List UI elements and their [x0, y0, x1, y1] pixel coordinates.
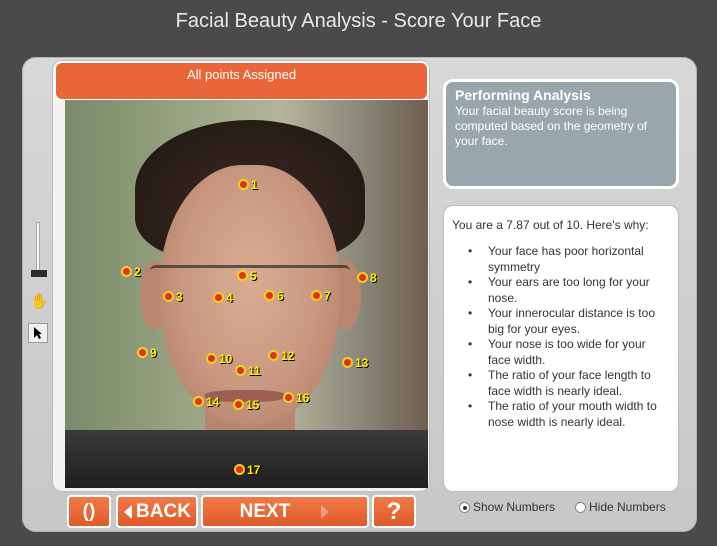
- back-label: BACK: [136, 500, 191, 522]
- landmark-point[interactable]: [235, 365, 246, 376]
- help-button[interactable]: ?: [372, 495, 416, 528]
- results-box: You are a 7.87 out of 10. Here's why: Yo…: [443, 205, 679, 492]
- landmark-label: 9: [150, 346, 157, 360]
- landmark-point[interactable]: [234, 464, 245, 475]
- analysis-title: Performing Analysis: [455, 87, 591, 103]
- hide-numbers-label: Hide Numbers: [589, 500, 666, 514]
- hand-icon[interactable]: ✋: [30, 292, 49, 310]
- landmark-label: 5: [250, 269, 257, 283]
- reset-button[interactable]: (): [67, 495, 111, 528]
- landmark-point[interactable]: [213, 292, 224, 303]
- landmark-label: 16: [296, 391, 310, 405]
- landmark-point[interactable]: [137, 347, 148, 358]
- status-text: All points Assigned: [186, 67, 297, 82]
- landmark-label: 13: [355, 356, 369, 370]
- list-item: Your ears are too long for your nose.: [452, 275, 670, 306]
- list-item: Your innerocular distance is too big for…: [452, 306, 670, 337]
- landmark-label: 15: [246, 398, 260, 412]
- back-button[interactable]: BACK: [116, 495, 198, 528]
- landmark-label: 7: [324, 289, 331, 303]
- status-bar: All points Assigned: [54, 61, 429, 101]
- analysis-text: Your facial beauty score is being comput…: [455, 104, 648, 148]
- landmark-label: 1: [251, 178, 258, 192]
- landmark-point[interactable]: [268, 350, 279, 361]
- list-item: The ratio of your mouth width to nose wi…: [452, 399, 670, 430]
- results-summary: You are a 7.87 out of 10. Here's why:: [452, 218, 649, 232]
- show-numbers-option[interactable]: Show Numbers: [459, 500, 555, 514]
- next-label: NEXT: [239, 500, 291, 522]
- next-button[interactable]: NEXT: [201, 495, 369, 528]
- help-label: ?: [386, 497, 402, 525]
- landmark-point[interactable]: [206, 353, 217, 364]
- zoom-slider-track[interactable]: [36, 222, 40, 272]
- landmark-label: 14: [206, 395, 220, 409]
- list-item: Your face has poor horizontal symmetry: [452, 244, 670, 275]
- landmark-label: 4: [226, 291, 233, 305]
- photo-jacket: [65, 430, 428, 488]
- landmark-label: 10: [219, 352, 233, 366]
- show-numbers-label: Show Numbers: [473, 500, 556, 514]
- landmark-point[interactable]: [237, 270, 248, 281]
- landmark-label: 8: [370, 271, 377, 285]
- arrow-cursor-icon: [34, 327, 42, 339]
- landmark-label: 11: [248, 364, 261, 378]
- landmark-label: 17: [247, 463, 261, 477]
- landmark-point[interactable]: [163, 291, 174, 302]
- landmark-label: 2: [134, 265, 141, 279]
- landmark-label: 12: [281, 349, 295, 363]
- cursor-tool-button[interactable]: [28, 323, 48, 343]
- landmark-point[interactable]: [238, 179, 249, 190]
- face-photo: [65, 100, 428, 488]
- landmark-point[interactable]: [357, 272, 368, 283]
- app-title: Facial Beauty Analysis - Score Your Face: [175, 10, 542, 32]
- landmark-point[interactable]: [121, 266, 132, 277]
- reset-label: (): [82, 500, 96, 522]
- landmark-point[interactable]: [193, 396, 204, 407]
- analysis-box: Performing Analysis Your facial beauty s…: [443, 79, 679, 189]
- hide-numbers-option[interactable]: Hide Numbers: [575, 500, 666, 514]
- next-arrow-icon: [321, 504, 330, 519]
- zoom-slider-knob[interactable]: [31, 270, 47, 277]
- landmark-point[interactable]: [311, 290, 322, 301]
- landmark-point[interactable]: [233, 399, 244, 410]
- landmark-point[interactable]: [283, 392, 294, 403]
- landmark-point[interactable]: [342, 357, 353, 368]
- hide-numbers-radio[interactable]: [575, 501, 586, 513]
- landmark-label: 6: [277, 289, 284, 303]
- results-list: Your face has poor horizontal symmetry Y…: [452, 244, 670, 430]
- back-arrow-icon: [124, 504, 133, 519]
- list-item: The ratio of your face length to face wi…: [452, 368, 670, 399]
- list-item: Your nose is too wide for your face widt…: [452, 337, 670, 368]
- landmark-label: 3: [176, 290, 183, 304]
- landmark-point[interactable]: [264, 290, 275, 301]
- show-numbers-radio[interactable]: [459, 501, 470, 513]
